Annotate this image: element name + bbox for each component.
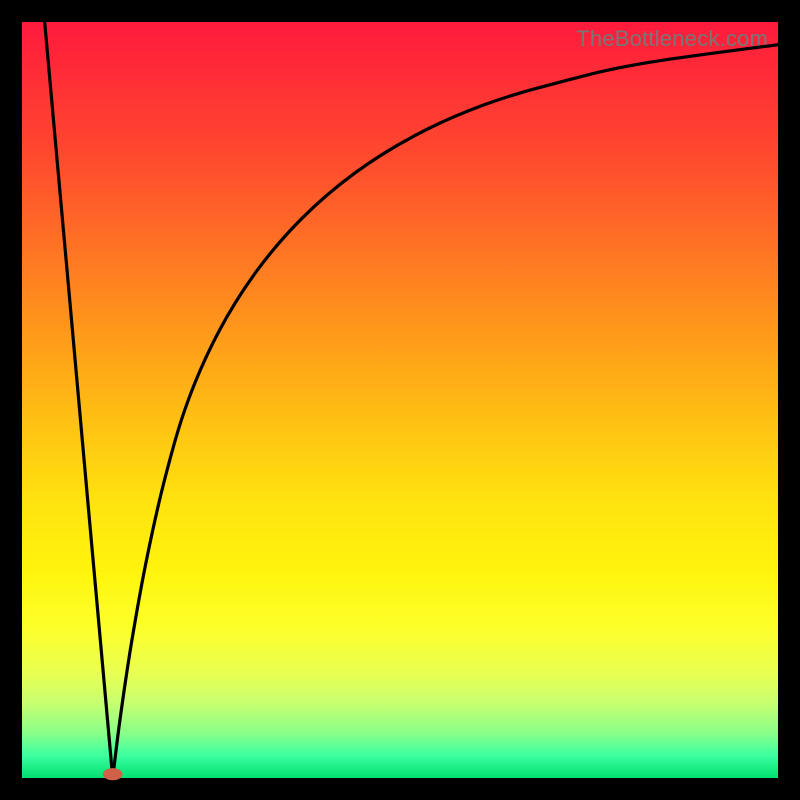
chart-frame: TheBottleneck.com — [0, 0, 800, 800]
plot-area: TheBottleneck.com — [22, 22, 778, 778]
min-marker — [103, 768, 123, 780]
curve-left-branch — [45, 22, 113, 778]
curve-layer — [22, 22, 778, 778]
curve-right-branch — [113, 45, 778, 778]
